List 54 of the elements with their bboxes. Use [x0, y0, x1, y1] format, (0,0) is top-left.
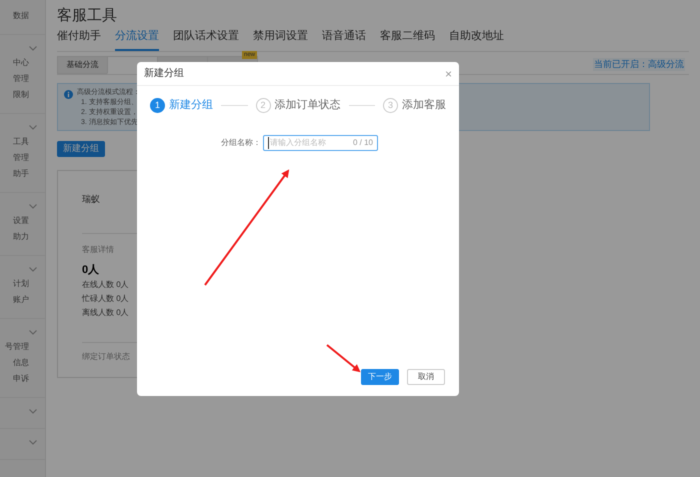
sidebar-item[interactable]: 管理 — [13, 71, 29, 87]
chevron-down-icon[interactable] — [29, 266, 37, 272]
sidebar-item[interactable]: 号管理 — [5, 339, 29, 355]
tab[interactable]: 催付助手 — [57, 28, 101, 50]
sidebar-item[interactable]: 计划 — [13, 276, 29, 292]
stat-text: 离线人数 0人 — [82, 307, 130, 319]
next-button[interactable]: 下一步 — [361, 369, 399, 385]
field-label: 分组名称： — [221, 136, 261, 148]
chevron-down-icon[interactable] — [29, 124, 37, 130]
sidebar-item[interactable]: 申诉 — [13, 371, 29, 387]
annotation-arrow — [326, 344, 361, 372]
step-number: 3 — [383, 98, 398, 113]
step-label: 添加订单状态 — [274, 98, 340, 113]
tab[interactable]: 语音通话 — [322, 28, 366, 50]
tab[interactable]: 自助改地址 — [449, 28, 504, 50]
stat-text: 忙碌人数 0人 — [82, 293, 130, 305]
sidebar-item[interactable]: 管理 — [13, 150, 29, 166]
total-count: 0人 — [82, 262, 100, 278]
sidebar-item[interactable]: 助力 — [13, 229, 29, 245]
tab[interactable]: 分流设置 — [115, 28, 159, 50]
dialog-title: 新建分组 — [144, 66, 185, 81]
details-label: 客服详情 — [82, 244, 115, 256]
sidebar-item[interactable]: 中心 — [13, 55, 29, 71]
chevron-down-icon[interactable] — [29, 204, 37, 208]
chevron-down-icon[interactable] — [29, 46, 37, 50]
character-counter: 0 / 10 — [352, 136, 373, 148]
step-label: 添加客服 — [402, 98, 446, 113]
sidebar-item[interactable]: 信息 — [13, 355, 29, 371]
sidebar-item[interactable]: 设置 — [13, 213, 29, 229]
chevron-down-icon[interactable] — [29, 408, 37, 414]
tab[interactable]: 禁用词设置 — [253, 28, 308, 50]
sidebar-item[interactable]: 账户 — [13, 292, 29, 308]
order-status-label: 绑定订单状态 — [82, 351, 131, 363]
sidebar-item[interactable]: 工具 — [13, 134, 29, 150]
stat-text: 在线人数 0人 — [82, 279, 130, 291]
step-label: 新建分组 — [169, 98, 213, 113]
group-name: 瑞蚁 — [82, 192, 101, 206]
tab[interactable]: 团队话术设置 — [173, 28, 239, 50]
step-number: 1 — [150, 98, 165, 113]
sidebar-item[interactable]: 数据 — [13, 8, 29, 24]
chevron-down-icon[interactable] — [29, 330, 37, 334]
group-name-field[interactable]: 请输入分组名称 0 / 10 — [263, 134, 378, 150]
subtab[interactable]: 基础分流 — [57, 56, 108, 74]
new-group-button[interactable]: 新建分组 — [57, 140, 105, 156]
current-mode-text: 当前已开启：高级分流 — [593, 58, 685, 71]
close-button[interactable]: × — [444, 68, 452, 80]
sidebar-item[interactable]: 助手 — [13, 166, 29, 182]
page-title: 客服工具 — [57, 6, 118, 26]
info-icon — [64, 90, 73, 98]
sidebar-item[interactable]: 限制 — [13, 87, 29, 103]
step-number: 2 — [256, 98, 270, 113]
chevron-down-icon[interactable] — [29, 440, 37, 444]
cancel-button[interactable]: 取消 — [407, 369, 445, 385]
tab[interactable]: 客服二维码 — [380, 28, 435, 50]
